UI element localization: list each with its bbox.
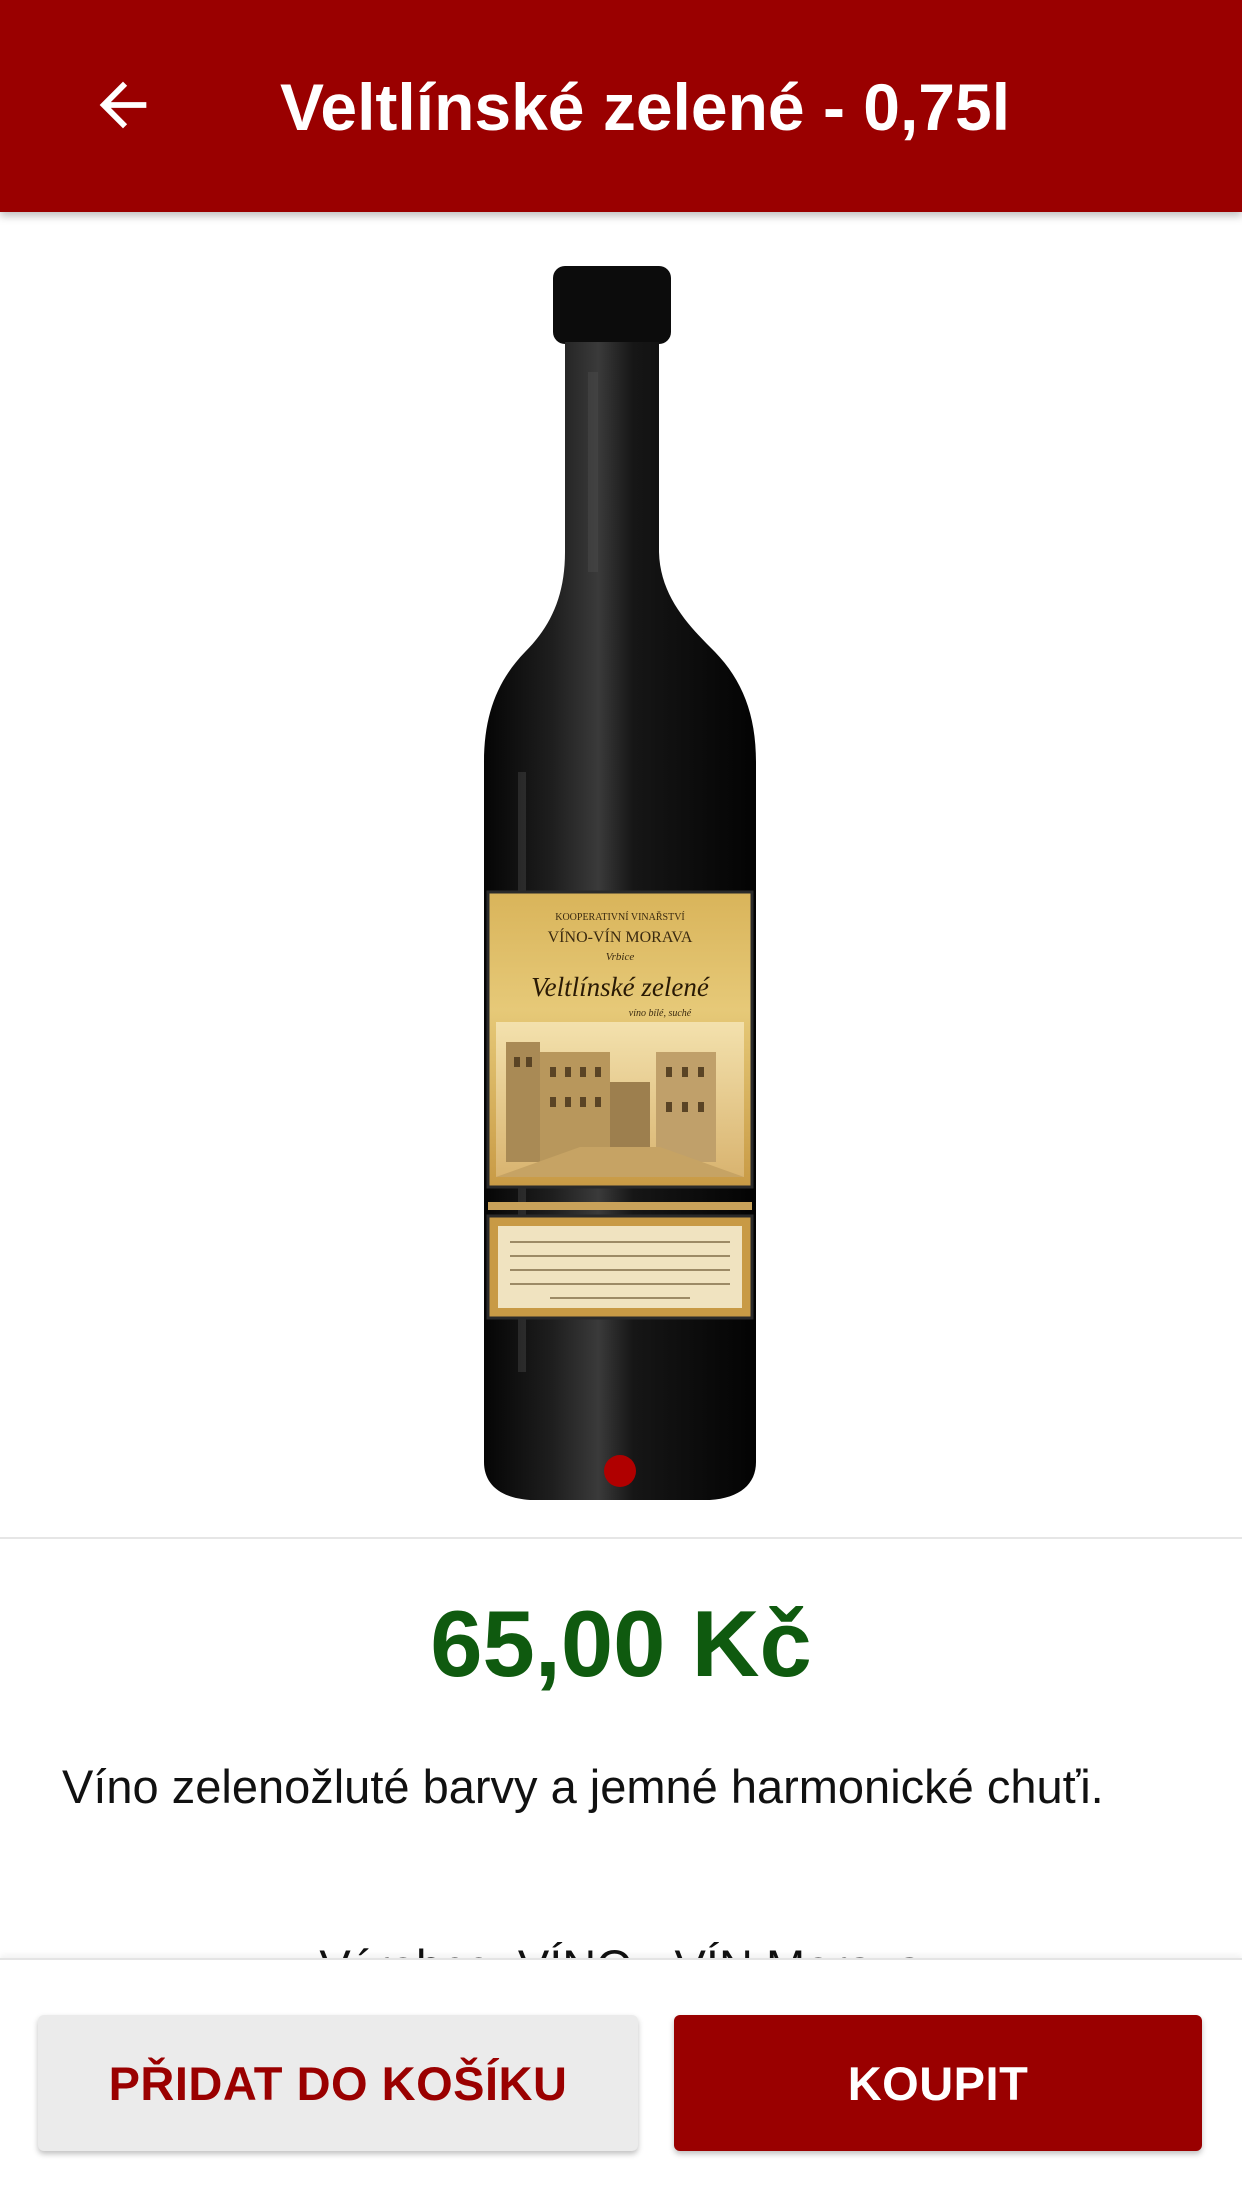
label-wine-name: Veltlínské zelené	[531, 972, 710, 1002]
page-title: Veltlínské zelené - 0,75l	[280, 70, 1011, 144]
divider	[0, 1537, 1242, 1539]
app-bar: Veltlínské zelené - 0,75l	[0, 0, 1242, 212]
product-detail-screen: Veltlínské zelené - 0,75l KOOPERATIVNÍ V…	[0, 0, 1242, 2208]
page-indicator-dot[interactable]	[604, 1455, 636, 1487]
label-origin: Vrbice	[606, 951, 635, 963]
product-image-carousel[interactable]: KOOPERATIVNÍ VINAŘSTVÍ VÍNO-VÍN MORAVA V…	[0, 212, 1242, 1537]
label-brand: VÍNO-VÍN MORAVA	[548, 927, 693, 946]
product-price: 65,00 Kč	[430, 1591, 812, 1696]
arrow-left-icon	[88, 70, 158, 145]
add-to-cart-button[interactable]: PŘIDAT DO KOŠÍKU	[38, 2015, 638, 2151]
back-button[interactable]	[78, 62, 168, 152]
wine-bottle-image: KOOPERATIVNÍ VINAŘSTVÍ VÍNO-VÍN MORAVA V…	[460, 252, 780, 1502]
label-wine-type: víno bílé, suché	[629, 1008, 692, 1019]
buy-button[interactable]: KOUPIT	[674, 2015, 1202, 2151]
bottom-action-bar: PŘIDAT DO KOŠÍKU KOUPIT	[0, 1958, 1242, 2208]
product-description: Víno zelenožluté barvy a jemné harmonick…	[62, 1760, 1104, 1813]
label-top-line: KOOPERATIVNÍ VINAŘSTVÍ	[555, 911, 685, 923]
